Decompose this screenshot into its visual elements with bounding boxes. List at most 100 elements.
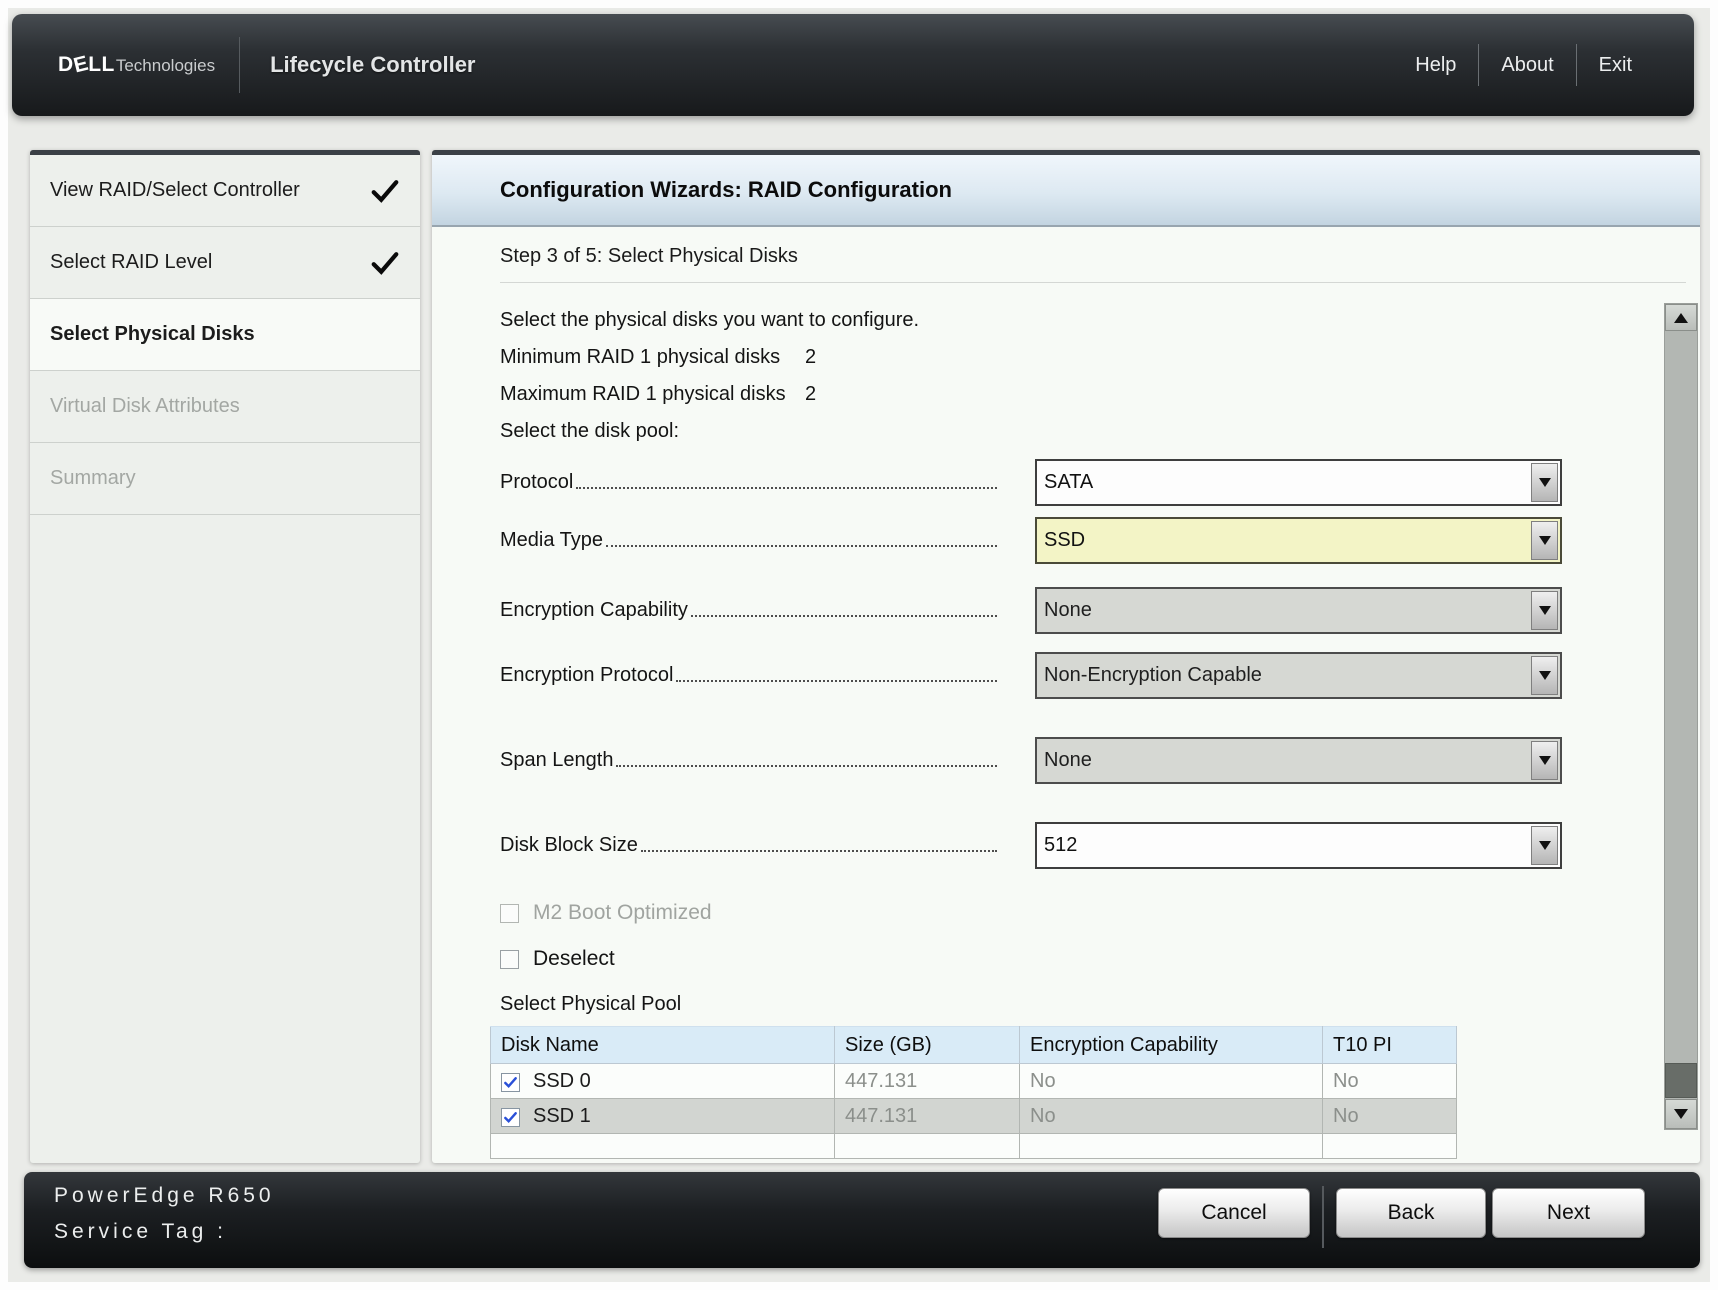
protocol-row: Protocol SATA (500, 459, 1700, 506)
disk-checkbox[interactable] (501, 1108, 520, 1127)
dell-logo: DELL Technologies (58, 53, 215, 77)
disk-block-size-row: Disk Block Size 512 (500, 822, 1700, 869)
disk-t10: No (1323, 1099, 1457, 1134)
sidebar-item-select-raid-level[interactable]: Select RAID Level (30, 227, 420, 299)
disk-block-size-select[interactable]: 512 (1035, 822, 1562, 869)
arrow-up-icon (1674, 313, 1688, 323)
disk-name: SSD 0 (533, 1070, 591, 1092)
vertical-scrollbar[interactable] (1664, 303, 1698, 1130)
disk-block-size-label: Disk Block Size (500, 834, 638, 857)
dotted-leader (641, 850, 997, 852)
disk-encryption: No (1020, 1099, 1323, 1134)
encryption-capability-label: Encryption Capability (500, 599, 688, 622)
server-model: PowerEdge R650 (54, 1184, 275, 1208)
sidebar-item-select-physical-disks[interactable]: Select Physical Disks (30, 299, 420, 371)
col-disk-name: Disk Name (491, 1027, 835, 1064)
sidebar-item-summary: Summary (30, 443, 420, 515)
min-disks-label: Minimum RAID 1 physical disks (500, 346, 805, 369)
physical-pool-title: Select Physical Pool (500, 993, 1700, 1016)
back-button[interactable]: Back (1336, 1188, 1486, 1238)
min-disks-value: 2 (805, 346, 816, 369)
help-link[interactable]: Help (1393, 46, 1478, 85)
scroll-down-button[interactable] (1665, 1099, 1697, 1129)
col-t10-pi: T10 PI (1323, 1027, 1457, 1064)
wizard-steps-sidebar: View RAID/Select Controller Select RAID … (30, 150, 420, 1163)
button-divider (1322, 1186, 1324, 1248)
disk-size: 447.131 (835, 1099, 1020, 1134)
service-tag: Service Tag : (54, 1220, 227, 1244)
dell-logo-subtext: Technologies (116, 56, 215, 76)
dotted-leader (676, 680, 997, 682)
disk-pool-form: Protocol SATA Media Type SSD Encryption … (500, 459, 1700, 869)
topbar-divider (239, 37, 240, 93)
top-bar: DELL Technologies Lifecycle Controller H… (12, 14, 1694, 116)
protocol-select[interactable]: SATA (1035, 459, 1562, 506)
chevron-down-icon (1531, 741, 1558, 780)
checkbox-icon (500, 904, 519, 923)
top-menu: Help About Exit (1393, 44, 1654, 86)
table-row: SSD 1 447.131 No No (491, 1099, 1457, 1134)
col-encryption-capability: Encryption Capability (1020, 1027, 1323, 1064)
table-row: SSD 0 447.131 No No (491, 1064, 1457, 1099)
media-type-row: Media Type SSD (500, 517, 1700, 564)
min-disks-row: Minimum RAID 1 physical disks 2 (500, 346, 1700, 369)
checkbox-icon[interactable] (500, 950, 519, 969)
sidebar-item-view-raid-select-controller[interactable]: View RAID/Select Controller (30, 155, 420, 227)
app-title: Lifecycle Controller (270, 52, 475, 78)
page-title: Configuration Wizards: RAID Configuratio… (500, 177, 952, 203)
dotted-leader (576, 487, 997, 489)
cancel-button[interactable]: Cancel (1158, 1188, 1310, 1238)
sidebar-item-virtual-disk-attributes: Virtual Disk Attributes (30, 371, 420, 443)
max-disks-label: Maximum RAID 1 physical disks (500, 383, 805, 406)
disk-checkbox[interactable] (501, 1073, 520, 1092)
chevron-down-icon[interactable] (1531, 826, 1558, 865)
physical-disks-table: Disk Name Size (GB) Encryption Capabilit… (490, 1026, 1457, 1159)
span-length-select: None (1035, 737, 1562, 784)
encryption-capability-row: Encryption Capability None (500, 587, 1700, 634)
about-link[interactable]: About (1479, 46, 1575, 85)
disk-name: SSD 1 (533, 1105, 591, 1127)
dotted-leader (606, 545, 997, 547)
encryption-capability-select: None (1035, 587, 1562, 634)
chevron-down-icon (1531, 591, 1558, 630)
encryption-protocol-select: Non-Encryption Capable (1035, 652, 1562, 699)
check-icon (370, 248, 400, 278)
col-size: Size (GB) (835, 1027, 1020, 1064)
disk-pool-prompt: Select the disk pool: (500, 420, 1700, 443)
media-type-label: Media Type (500, 529, 603, 552)
next-button[interactable]: Next (1492, 1188, 1645, 1238)
table-empty-row (491, 1134, 1457, 1159)
encryption-protocol-label: Encryption Protocol (500, 664, 673, 687)
protocol-label: Protocol (500, 471, 573, 494)
encryption-protocol-row: Encryption Protocol Non-Encryption Capab… (500, 652, 1700, 699)
chevron-down-icon[interactable] (1531, 463, 1558, 502)
disk-size: 447.131 (835, 1064, 1020, 1099)
scrollbar-thumb[interactable] (1665, 1063, 1697, 1098)
instruction-text: Select the physical disks you want to co… (500, 309, 1700, 332)
wizard-main-panel: Configuration Wizards: RAID Configuratio… (432, 150, 1700, 1163)
scroll-up-button[interactable] (1665, 304, 1697, 331)
table-header-row: Disk Name Size (GB) Encryption Capabilit… (491, 1027, 1457, 1064)
deselect-checkbox[interactable]: Deselect (500, 947, 1700, 971)
step-indicator: Step 3 of 5: Select Physical Disks (500, 245, 1700, 268)
span-length-row: Span Length None (500, 737, 1700, 784)
disk-t10: No (1323, 1064, 1457, 1099)
panel-header: Configuration Wizards: RAID Configuratio… (432, 155, 1700, 227)
option-checkboxes: M2 Boot Optimized Deselect (500, 901, 1700, 971)
bottom-bar: PowerEdge R650 Service Tag : Cancel Back… (24, 1172, 1700, 1268)
dotted-leader (616, 765, 997, 767)
check-icon (370, 176, 400, 206)
chevron-down-icon (1531, 656, 1558, 695)
m2-boot-optimized-checkbox: M2 Boot Optimized (500, 901, 1700, 925)
wizard-content: Select the physical disks you want to co… (432, 283, 1700, 1159)
media-type-select[interactable]: SSD (1035, 517, 1562, 564)
dotted-leader (691, 615, 997, 617)
exit-link[interactable]: Exit (1577, 46, 1654, 85)
chevron-down-icon[interactable] (1531, 521, 1558, 560)
wizard-actions: Cancel Back Next (1158, 1188, 1645, 1248)
max-disks-value: 2 (805, 383, 816, 406)
dell-logo-text: DELL (58, 53, 115, 77)
arrow-down-icon (1674, 1109, 1688, 1119)
disk-encryption: No (1020, 1064, 1323, 1099)
max-disks-row: Maximum RAID 1 physical disks 2 (500, 383, 1700, 406)
